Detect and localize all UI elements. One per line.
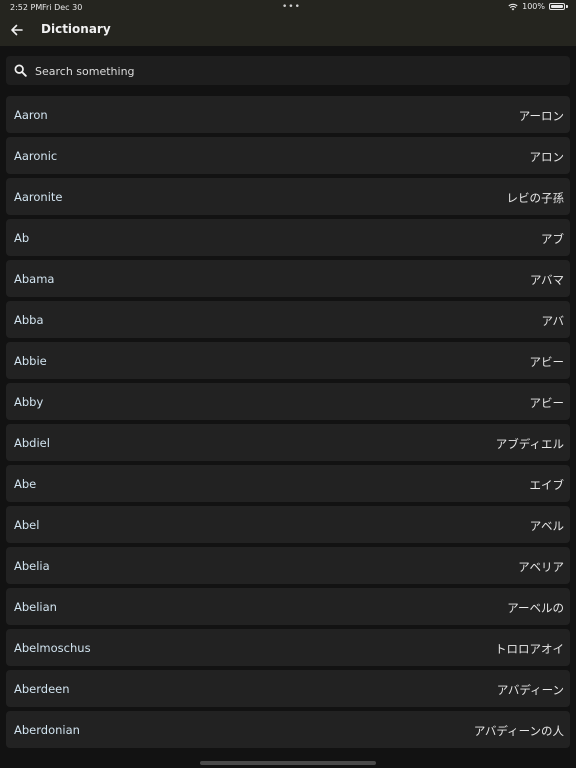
- entry-translation: アーロン: [518, 109, 564, 123]
- search-bar[interactable]: [6, 56, 570, 87]
- entry-word: Aaronic: [14, 149, 58, 163]
- entry-word: Abelmoschus: [14, 641, 91, 655]
- search-input[interactable]: [33, 56, 557, 87]
- entry-word: Aaronite: [14, 190, 63, 204]
- entry-word: Abbie: [14, 354, 47, 368]
- entry-translation: アバ: [541, 314, 564, 328]
- status-right: 100%: [508, 2, 568, 11]
- battery-percent: 100%: [522, 2, 545, 11]
- entry-word: Abel: [14, 518, 40, 532]
- entry-translation: アバマ: [529, 273, 564, 287]
- page-title: Dictionary: [41, 22, 111, 36]
- entry-word: Abelia: [14, 559, 50, 573]
- entry-translation: アロン: [529, 150, 565, 164]
- arrow-left-icon[interactable]: [8, 21, 26, 39]
- list-item[interactable]: Aaron アーロン: [6, 96, 570, 133]
- search-icon: [14, 64, 27, 77]
- entry-translation: アビー: [529, 355, 565, 369]
- entry-word: Aaron: [14, 108, 48, 122]
- entry-word: Aberdonian: [14, 723, 80, 737]
- list-item[interactable]: Abe エイブ: [6, 465, 570, 502]
- battery-icon: [549, 3, 565, 10]
- list-item[interactable]: Abby アビー: [6, 383, 570, 420]
- entry-translation: トロロアオイ: [495, 642, 564, 656]
- entry-translation: アベル: [529, 519, 564, 533]
- entry-translation: アバディーン: [496, 683, 564, 697]
- entry-translation: アベリア: [518, 560, 564, 574]
- entry-word: Abba: [14, 313, 44, 327]
- entry-word: Abby: [14, 395, 44, 409]
- entry-word: Abama: [14, 272, 55, 286]
- entry-translation: アーベルの: [507, 601, 564, 615]
- list-item[interactable]: Ab アブ: [6, 219, 570, 256]
- entry-word: Ab: [14, 231, 30, 245]
- entry-word: Abelian: [14, 600, 57, 614]
- list-item[interactable]: Abelmoschus トロロアオイ: [6, 629, 570, 666]
- wifi-icon: [508, 3, 518, 10]
- entry-word: Aberdeen: [14, 682, 70, 696]
- entry-translation: アビー: [529, 396, 565, 410]
- list-item[interactable]: Abelian アーベルの: [6, 588, 570, 625]
- list-item[interactable]: Abbie アビー: [6, 342, 570, 379]
- entry-word: Abe: [14, 477, 37, 491]
- list-item[interactable]: Abdiel アブディエル: [6, 424, 570, 461]
- dictionary-list[interactable]: Aaron アーロン Aaronic アロン Aaronite レビの子孫 Ab アブ Abam…: [6, 96, 570, 768]
- app-bar: Dictionary: [0, 14, 576, 46]
- list-item[interactable]: Aaronite レビの子孫: [6, 178, 570, 215]
- list-item[interactable]: Aaronic アロン: [6, 137, 570, 174]
- list-item[interactable]: Abba アバ: [6, 301, 570, 338]
- list-item[interactable]: Aberdeen アバディーン: [6, 670, 570, 707]
- entry-translation: アブ: [541, 232, 564, 246]
- status-date: Fri Dec 30: [42, 3, 83, 12]
- list-item[interactable]: Abel アベル: [6, 506, 570, 543]
- entry-translation: アブディエル: [495, 437, 564, 451]
- home-indicator[interactable]: [200, 761, 376, 765]
- list-item[interactable]: Abama アバマ: [6, 260, 570, 297]
- entry-translation: アバディーンの人: [473, 724, 564, 738]
- entry-translation: エイブ: [529, 478, 565, 492]
- list-item[interactable]: Abelia アベリア: [6, 547, 570, 584]
- entry-word: Abdiel: [14, 436, 50, 450]
- status-time: 2:52 PM: [10, 3, 43, 12]
- multitasking-dots-icon[interactable]: •••: [282, 2, 301, 12]
- battery-tip: [566, 5, 568, 8]
- status-bar: 2:52 PM Fri Dec 30 ••• 100%: [0, 0, 576, 14]
- entry-translation: レビの子孫: [506, 191, 565, 205]
- list-item[interactable]: Aberdonian アバディーンの人: [6, 711, 570, 748]
